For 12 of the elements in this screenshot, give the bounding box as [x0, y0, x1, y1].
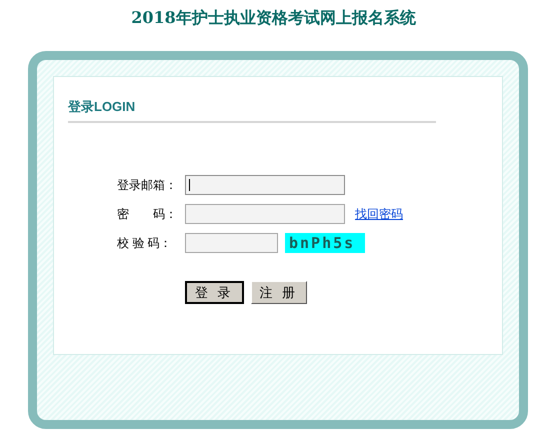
field-label: 校 验 码： — [117, 235, 173, 252]
password-field[interactable] — [185, 204, 345, 224]
section-heading: 登录LOGIN — [68, 99, 136, 115]
field-label: 登录邮箱： — [117, 177, 178, 194]
captcha-field[interactable] — [185, 233, 278, 253]
email-field[interactable] — [185, 175, 345, 195]
recover-password-link[interactable]: 找回密码 — [355, 205, 403, 223]
register-button[interactable]: 注 册 — [250, 281, 308, 304]
captcha-image: bnPh5s — [285, 233, 365, 253]
field-label: 密 码： — [117, 206, 178, 223]
login-button[interactable]: 登 录 — [185, 281, 244, 304]
page-title: 2018年护士执业资格考试网上报名系统 — [130, 7, 417, 29]
